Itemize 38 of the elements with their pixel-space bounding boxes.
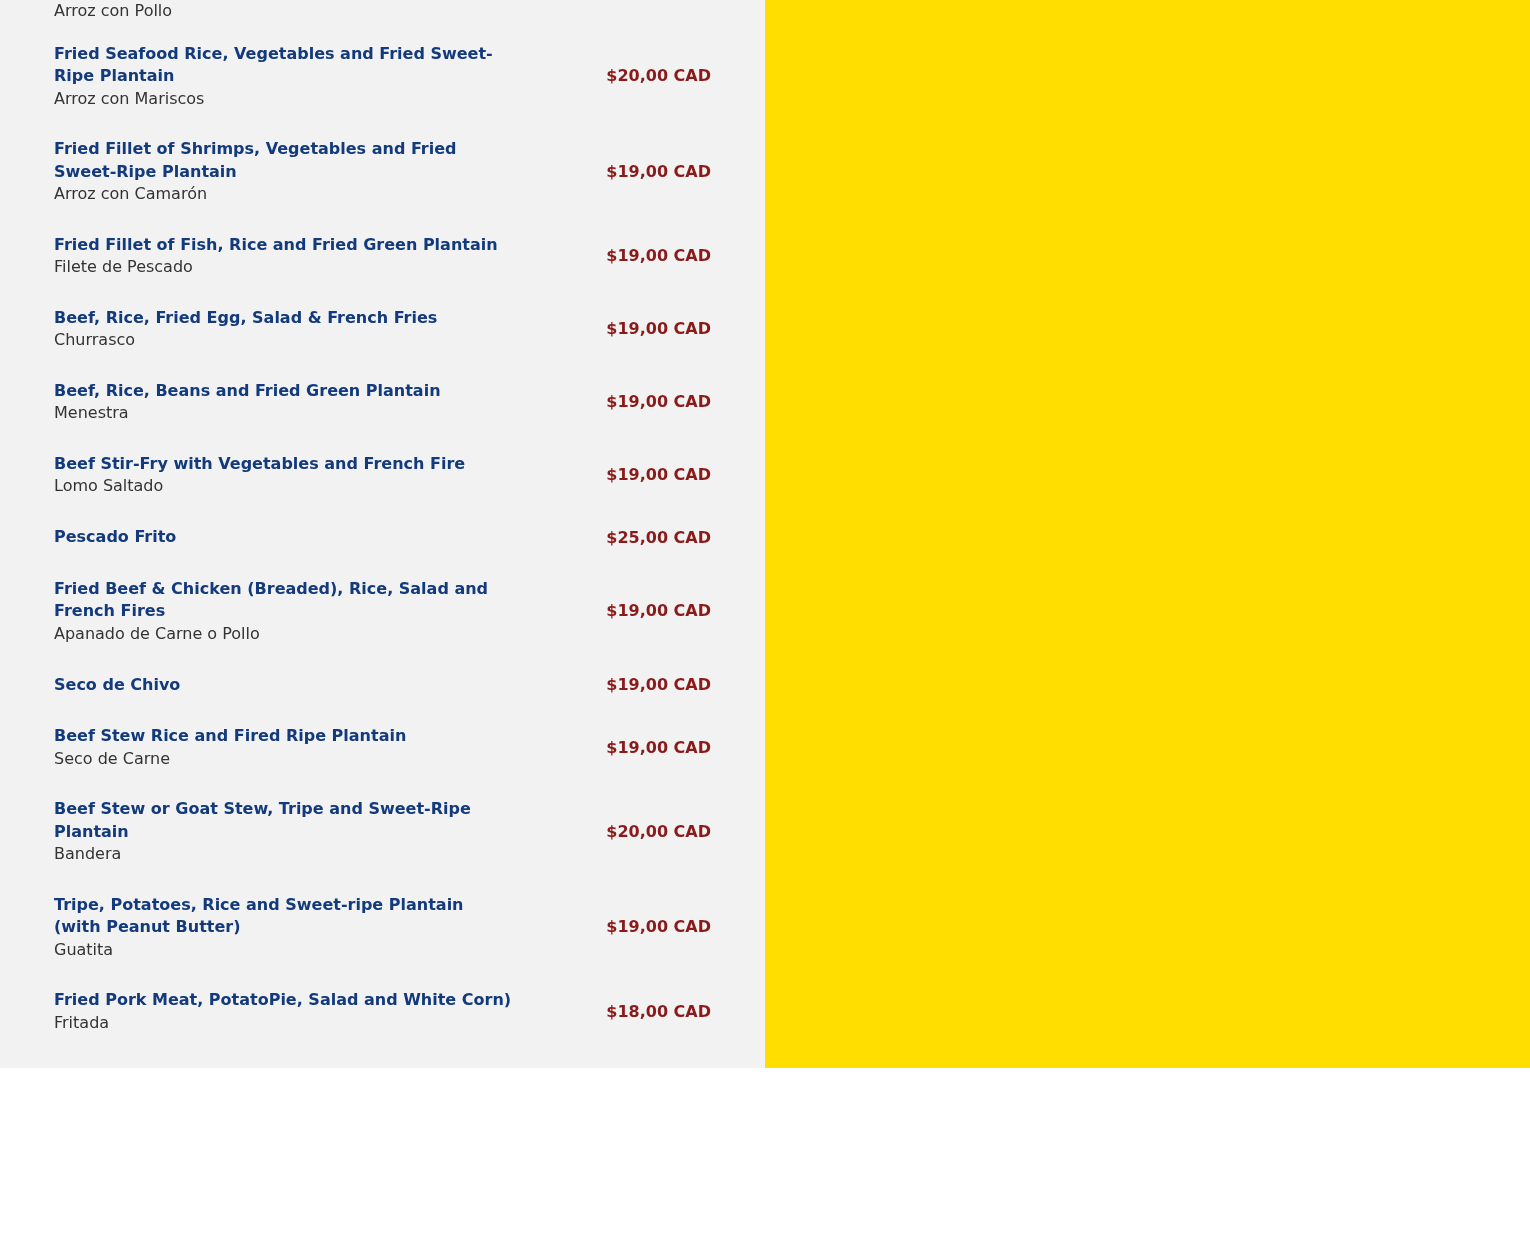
dish-price: $19,00 CAD [606,674,711,696]
dish-subtitle: Arroz con Mariscos [54,87,206,110]
dish-name: Beef Stew or Goat Stew, Tripe and Sweet-Ripe Plantain [54,798,472,843]
dish-subtitle: Arroz con Pollo [54,0,174,22]
dish-price: $25,00 CAD [606,526,711,549]
dish-name: Beef Stir-Fry with Vegetables and French Fire [54,452,467,475]
dish-price: $19,00 CAD [606,464,711,486]
dish-name: Tripe, Potatoes, Rice and Sweet-ripe Plantain (with Peanut Butter) [54,893,465,938]
dish-price: $18,00 CAD [606,1000,711,1023]
dish-subtitle: Menestra [54,402,130,424]
dish-name: Fried Pork Meat, PotatoPie, Salad and White Corn) [54,989,513,1011]
dish-price: $20,00 CAD [606,65,711,88]
dish-name: Beef Stew Rice and Fired Ripe Plantain [54,725,408,747]
dish-subtitle: Filete de Pescado [54,256,194,278]
dish-price: $19,00 CAD [606,391,711,413]
dish-subtitle: Churrasco [54,329,137,351]
dish-name: Beef, Rice, Fried Egg, Salad & French Fries [54,306,439,329]
dish-subtitle: Arroz con Camarón [54,183,209,205]
dish-name: Fried Seafood Rice, Vegetables and Fried Sweet-Ripe Plantain [54,42,494,87]
dish-subtitle: Apanado de Carne o Pollo [54,622,261,645]
dish-subtitle: Bandera [54,843,123,865]
dish-price: $19,00 CAD [606,916,711,939]
dish-price: $19,00 CAD [606,600,711,623]
dish-name: Pescado Frito [54,526,178,549]
dish-name: Fried Fillet of Shrimps, Vegetables and Fried Sweet-Ripe Plantain [54,138,458,183]
dish-name: Fried Beef & Chicken (Breaded), Rice, Salad and French Fires [54,577,490,622]
dish-subtitle: Lomo Saltado [54,475,165,497]
dish-price: $19,00 CAD [606,160,711,183]
dish-price: $19,00 CAD [606,318,711,340]
dish-price: $19,00 CAD [606,245,711,267]
dish-name: Fried Fillet of Fish, Rice and Fried Green Plantain [54,233,499,256]
dish-name: Seco de Chivo [54,673,182,696]
dish-subtitle: Fritada [54,1011,111,1034]
dish-price: $20,00 CAD [606,820,711,843]
dish-price: $19,00 CAD [606,736,711,759]
dish-subtitle: Guatita [54,938,115,961]
dish-name: Beef, Rice, Beans and Fried Green Plantain [54,379,442,402]
dish-subtitle: Seco de Carne [54,747,171,770]
